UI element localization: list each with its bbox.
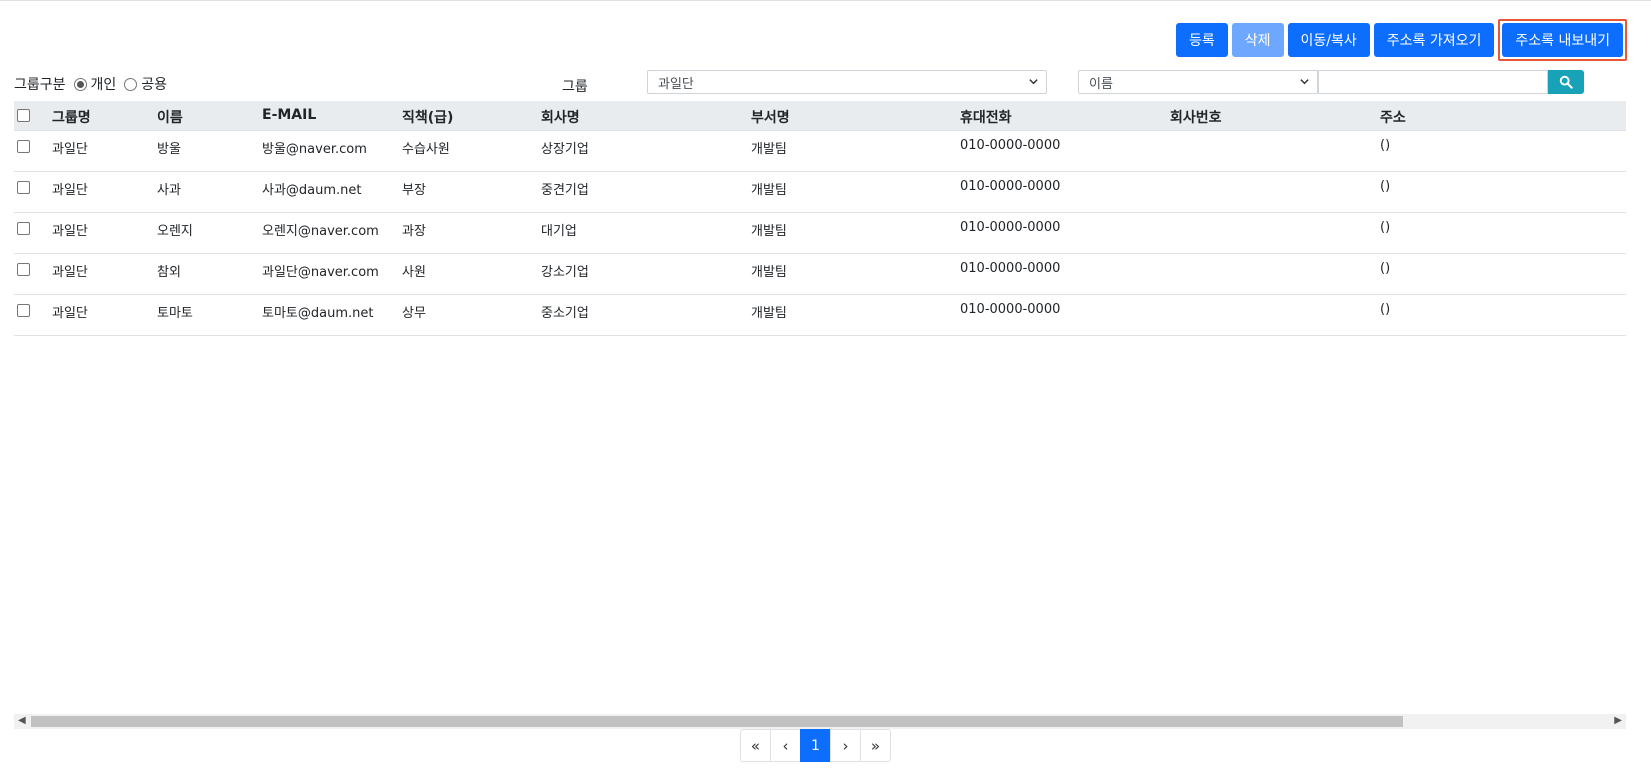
row-checkbox[interactable] [17,181,30,194]
header-email[interactable]: E-MAIL [262,107,316,123]
cell-mobile: 010-0000-0000 [960,220,1061,235]
radio-personal[interactable]: 개인 [73,74,117,94]
search-field-value: 이름 [1089,76,1113,92]
header-mobile[interactable]: 휴대전화 [960,107,1012,127]
cell-name: 사과 [157,183,181,198]
select-all-checkbox[interactable] [17,109,30,122]
cell-group: 과일단 [52,306,88,321]
scrollbar-thumb[interactable] [31,716,1403,727]
move-copy-button[interactable]: 이동/복사 [1287,22,1370,57]
cell-position: 수습사원 [402,142,450,157]
table-row[interactable]: 과일단 참외 과일단@naver.com 사원 강소기업 개발팀 010-000… [14,254,1626,295]
radio-public[interactable]: 공용 [124,74,167,94]
search-field-select[interactable]: 이름 [1078,70,1318,94]
cell-department: 개발팀 [751,265,787,280]
group-type-label: 그룹구분 [14,77,66,93]
cell-email: 토마토@daum.net [262,306,374,321]
table-row[interactable]: 과일단 방울 방울@naver.com 수습사원 상장기업 개발팀 010-00… [14,131,1626,172]
page-next-button[interactable]: › [830,729,861,762]
table-row[interactable]: 과일단 토마토 토마토@daum.net 상무 중소기업 개발팀 010-000… [14,295,1626,336]
cell-email: 오렌지@naver.com [262,224,379,239]
cell-group: 과일단 [52,265,88,280]
header-name[interactable]: 이름 [157,107,183,127]
scroll-left-icon[interactable]: ◀ [18,715,26,726]
scroll-right-icon[interactable]: ▶ [1614,715,1622,726]
header-group[interactable]: 그룹명 [52,107,91,127]
cell-group: 과일단 [52,142,88,157]
row-checkbox[interactable] [17,140,30,153]
cell-department: 개발팀 [751,306,787,321]
cell-name: 토마토 [157,306,193,321]
cell-company: 중소기업 [541,306,589,321]
filter-row: 그룹구분 개인 공용 그룹 과일단 이름 [14,70,1626,96]
cell-group: 과일단 [52,224,88,239]
cell-name: 오렌지 [157,224,193,239]
cell-company: 강소기업 [541,265,589,280]
cell-company: 대기업 [541,224,577,239]
search-input[interactable] [1318,70,1548,94]
group-label: 그룹 [562,79,588,95]
page-current-button[interactable]: 1 [800,729,831,762]
cell-name: 방울 [157,142,181,157]
cell-address: () [1380,302,1391,317]
search-icon [1559,75,1573,89]
header-company[interactable]: 회사명 [541,107,580,127]
export-highlight-box: 주소록 내보내기 [1498,18,1627,61]
cell-mobile: 010-0000-0000 [960,138,1061,153]
horizontal-scrollbar[interactable]: ◀ ▶ [14,714,1626,729]
cell-company: 상장기업 [541,142,589,157]
cell-mobile: 010-0000-0000 [960,302,1061,317]
search-button[interactable] [1548,70,1584,94]
radio-personal-circle[interactable] [73,77,87,91]
cell-group: 과일단 [52,183,88,198]
contacts-table: 그룹명 이름 E-MAIL 직책(급) 회사명 부서명 휴대전화 회사번호 주소… [14,101,1626,336]
cell-department: 개발팀 [751,183,787,198]
cell-company: 중견기업 [541,183,589,198]
header-department[interactable]: 부서명 [751,107,790,127]
cell-address: () [1380,220,1391,235]
import-contacts-button[interactable]: 주소록 가져오기 [1373,22,1495,57]
header-position[interactable]: 직책(급) [402,107,453,127]
table-row[interactable]: 과일단 사과 사과@daum.net 부장 중견기업 개발팀 010-0000-… [14,172,1626,213]
top-border [0,0,1651,1]
register-button[interactable]: 등록 [1175,22,1228,57]
row-checkbox[interactable] [17,263,30,276]
toolbar: 등록 삭제 이동/복사 주소록 가져오기 주소록 내보내기 [1175,18,1627,61]
cell-department: 개발팀 [751,142,787,157]
cell-position: 과장 [402,224,426,239]
cell-department: 개발팀 [751,224,787,239]
chevron-down-icon [1029,79,1038,85]
radio-personal-label: 개인 [90,77,117,93]
cell-address: () [1380,138,1391,153]
table-header: 그룹명 이름 E-MAIL 직책(급) 회사명 부서명 휴대전화 회사번호 주소 [14,101,1626,131]
radio-public-circle[interactable] [124,77,138,91]
cell-email: 과일단@naver.com [262,265,379,280]
header-company-phone[interactable]: 회사번호 [1170,107,1222,127]
cell-position: 상무 [402,306,426,321]
radio-public-label: 공용 [141,77,168,93]
page-last-button[interactable]: » [860,729,891,762]
chevron-down-icon [1300,79,1309,85]
header-address[interactable]: 주소 [1380,107,1406,127]
cell-address: () [1380,179,1391,194]
cell-position: 사원 [402,265,426,280]
row-checkbox[interactable] [17,304,30,317]
cell-email: 방울@naver.com [262,142,367,157]
export-contacts-button[interactable]: 주소록 내보내기 [1502,22,1623,57]
page-prev-button[interactable]: ‹ [770,729,801,762]
cell-name: 참외 [157,265,181,280]
cell-mobile: 010-0000-0000 [960,179,1061,194]
cell-address: () [1380,261,1391,276]
row-checkbox[interactable] [17,222,30,235]
cell-email: 사과@daum.net [262,183,362,198]
group-select-value: 과일단 [658,76,694,92]
group-type: 그룹구분 개인 공용 [14,74,175,94]
cell-mobile: 010-0000-0000 [960,261,1061,276]
group-select[interactable]: 과일단 [647,70,1047,94]
pagination: « ‹ 1 › » [740,729,891,762]
table-row[interactable]: 과일단 오렌지 오렌지@naver.com 과장 대기업 개발팀 010-000… [14,213,1626,254]
delete-button[interactable]: 삭제 [1231,22,1284,57]
cell-position: 부장 [402,183,426,198]
page-first-button[interactable]: « [740,729,771,762]
